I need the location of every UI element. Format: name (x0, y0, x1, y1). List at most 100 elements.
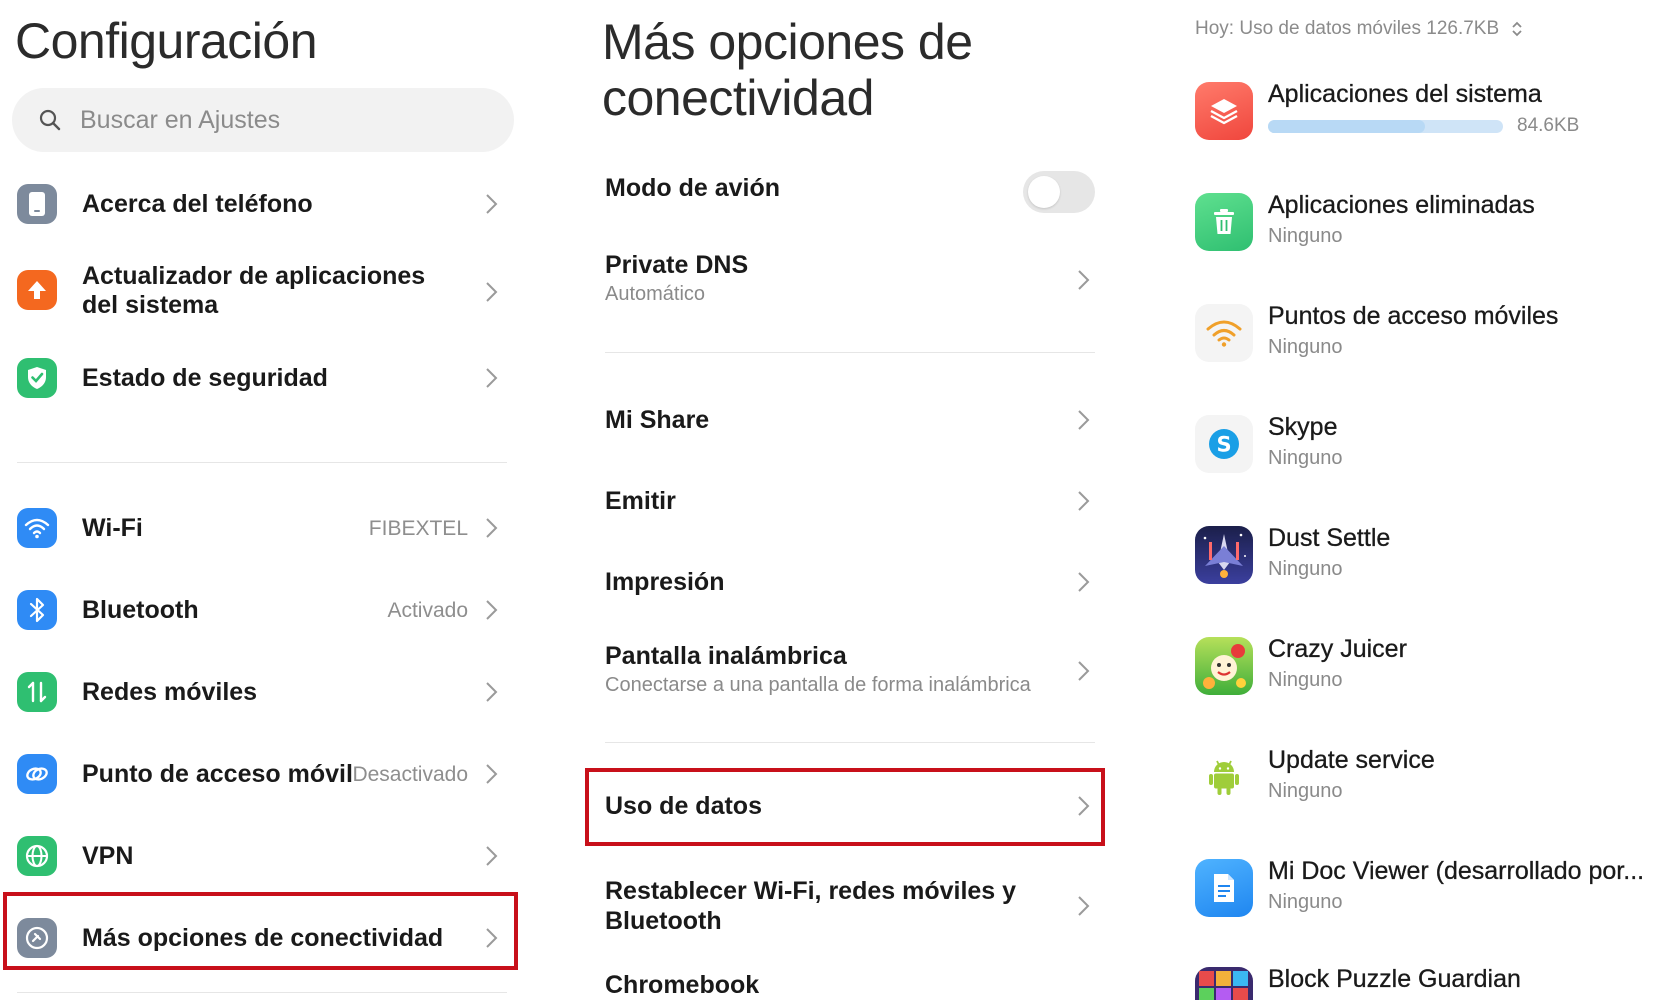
settings-item-vpn[interactable]: VPN (0, 834, 516, 878)
settings-item-label: Pantalla inalámbrica (605, 642, 847, 670)
skype-icon: S (1195, 415, 1253, 473)
highlight-box (585, 768, 1105, 846)
chevron-right-icon (1078, 896, 1090, 916)
hotspot-wifi-icon (1195, 304, 1253, 362)
chevron-right-icon (1078, 410, 1090, 430)
dust-settle-app-icon (1195, 526, 1253, 584)
usage-bar (1268, 120, 1503, 133)
chevron-right-icon (486, 846, 498, 866)
app-usage: Ninguno (1268, 558, 1343, 580)
connectivity-panel: Más opciones de conectividad Modo de avi… (585, 0, 1105, 1000)
app-name: Skype (1268, 413, 1338, 441)
app-row-mobile-hotspots[interactable]: Puntos de acceso móviles Ninguno (1195, 302, 1664, 364)
chevron-right-icon (486, 368, 498, 388)
divider (605, 352, 1095, 353)
android-icon (1195, 748, 1253, 806)
app-usage: Ninguno (1268, 669, 1343, 691)
chevron-right-icon (1078, 491, 1090, 511)
chevron-right-icon (486, 282, 498, 302)
chevron-right-icon (1078, 661, 1090, 681)
settings-item-cast[interactable]: Emitir (605, 486, 1105, 520)
settings-item-label: Estado de seguridad (82, 364, 328, 392)
settings-item-mi-share[interactable]: Mi Share (605, 405, 1105, 439)
divider (17, 992, 507, 993)
settings-item-label: Emitir (605, 487, 676, 515)
chevron-right-icon (486, 600, 498, 620)
sort-toggle-icon (1512, 21, 1522, 37)
settings-panel: Configuración Buscar en Ajustes Acerca d… (0, 0, 530, 1000)
divider (17, 462, 507, 463)
data-usage-panel: Hoy: Uso de datos móviles 126.7KB Aplica… (1180, 0, 1664, 1000)
app-name: Mi Doc Viewer (desarrollado por... (1268, 857, 1645, 885)
app-row-skype[interactable]: S Skype Ninguno (1195, 413, 1664, 475)
settings-item-label: Acerca del teléfono (82, 190, 313, 218)
highlight-box (3, 892, 518, 970)
settings-item-label: Redes móviles (82, 678, 258, 706)
app-name: Block Puzzle Guardian (1268, 965, 1521, 993)
usage-bar-fill (1268, 120, 1426, 133)
settings-item-value: Desactivado (352, 763, 468, 786)
crazy-juicer-app-icon (1195, 637, 1253, 695)
wifi-icon (17, 508, 57, 548)
settings-item-app-updater[interactable]: Actualizador de aplicaciones del sistema (0, 262, 516, 322)
app-name: Aplicaciones del sistema (1268, 80, 1542, 108)
page-title: Más opciones de conectividad (602, 14, 973, 126)
data-usage-summary[interactable]: Hoy: Uso de datos móviles 126.7KB (1195, 18, 1523, 40)
settings-item-chromebook[interactable]: Chromebook (605, 970, 1105, 1000)
settings-item-private-dns[interactable]: Private DNS Automático (605, 250, 1105, 314)
toggle-knob (1028, 176, 1060, 208)
settings-item-security-status[interactable]: Estado de seguridad (0, 356, 516, 400)
settings-item-printing[interactable]: Impresión (605, 567, 1105, 601)
settings-item-label: Actualizador de aplicaciones del sistema (82, 262, 426, 319)
settings-item-label: Private DNS (605, 251, 749, 279)
app-row-update-service[interactable]: Update service Ninguno (1195, 746, 1664, 808)
data-usage-header: Hoy: Uso de datos móviles 126.7KB (1195, 18, 1500, 39)
app-name: Aplicaciones eliminadas (1268, 191, 1535, 219)
search-placeholder: Buscar en Ajustes (80, 105, 281, 134)
app-row-block-puzzle-guardian[interactable]: Block Puzzle Guardian (1195, 965, 1664, 1000)
hotspot-link-icon (17, 754, 57, 794)
settings-item-label: VPN (82, 842, 134, 870)
settings-item-sub: Automático (605, 283, 706, 305)
settings-item-about-phone[interactable]: Acerca del teléfono (0, 182, 516, 226)
trash-icon (1195, 193, 1253, 251)
app-name: Dust Settle (1268, 524, 1391, 552)
divider (605, 742, 1095, 743)
chevron-right-icon (1078, 270, 1090, 290)
globe-icon (17, 836, 57, 876)
layers-icon (1195, 82, 1253, 140)
settings-item-value: Activado (387, 599, 468, 622)
chevron-right-icon (486, 764, 498, 784)
app-row-mi-doc-viewer[interactable]: Mi Doc Viewer (desarrollado por... Ningu… (1195, 857, 1664, 919)
svg-text:S: S (1216, 433, 1231, 457)
app-row-deleted-apps[interactable]: Aplicaciones eliminadas Ninguno (1195, 191, 1664, 253)
settings-item-mobile-networks[interactable]: Redes móviles (0, 670, 516, 714)
app-usage: Ninguno (1268, 891, 1343, 913)
app-usage: Ninguno (1268, 336, 1343, 358)
settings-item-airplane-mode[interactable]: Modo de avión (605, 171, 1105, 213)
settings-item-bluetooth[interactable]: Bluetooth Activado (0, 588, 516, 632)
phone-icon (17, 184, 57, 224)
settings-item-label: Impresión (605, 568, 725, 596)
document-icon (1195, 859, 1253, 917)
app-name: Puntos de acceso móviles (1268, 302, 1559, 330)
settings-item-sub: Conectarse a una pantalla de forma inalá… (605, 674, 1031, 696)
app-row-system-apps[interactable]: Aplicaciones del sistema 84.6KB (1195, 80, 1664, 142)
app-row-crazy-juicer[interactable]: Crazy Juicer Ninguno (1195, 635, 1664, 697)
block-puzzle-app-icon (1195, 967, 1253, 1000)
app-row-dust-settle[interactable]: Dust Settle Ninguno (1195, 524, 1664, 586)
airplane-mode-toggle[interactable] (1023, 171, 1095, 213)
settings-item-label: Mi Share (605, 406, 710, 434)
settings-item-reset-network[interactable]: Restablecer Wi-Fi, redes móviles y Bluet… (605, 876, 1105, 940)
search-bar[interactable]: Buscar en Ajustes (12, 88, 514, 152)
settings-item-hotspot[interactable]: Punto de acceso móvil Desactivado (0, 752, 516, 796)
chevron-right-icon (486, 194, 498, 214)
chevron-right-icon (486, 682, 498, 702)
page-title: Configuración (15, 13, 318, 69)
app-usage: Ninguno (1268, 225, 1343, 247)
settings-item-wireless-display[interactable]: Pantalla inalámbrica Conectarse a una pa… (605, 641, 1105, 705)
upload-arrow-icon (17, 270, 57, 310)
app-usage: 84.6KB (1517, 115, 1580, 136)
settings-item-label: Chromebook (605, 971, 760, 999)
settings-item-wifi[interactable]: Wi-Fi FIBEXTEL (0, 506, 516, 550)
